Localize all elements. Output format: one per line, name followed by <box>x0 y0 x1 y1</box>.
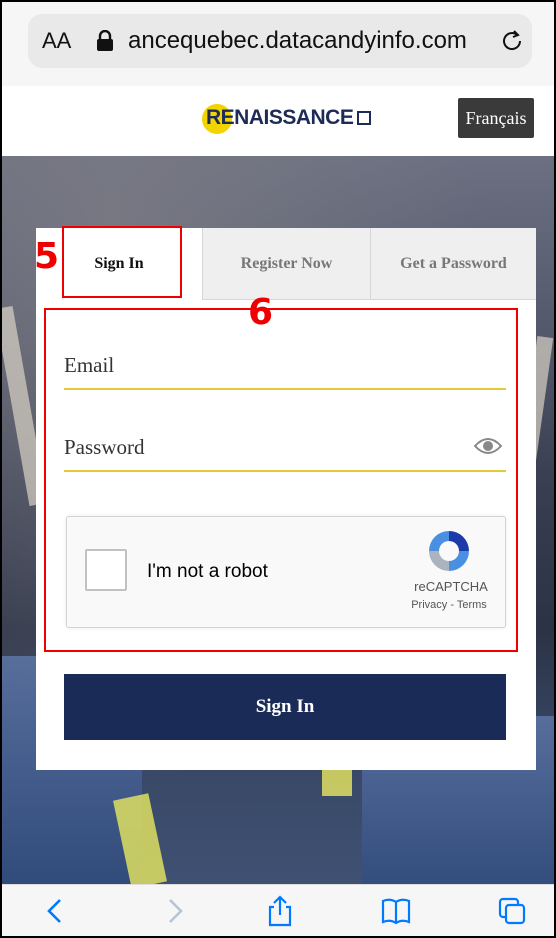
annotation-number-6: 6 <box>248 292 274 333</box>
annotation-number-5: 5 <box>34 236 60 277</box>
annotation-box-login-fields <box>44 308 518 652</box>
lock-icon <box>97 30 113 51</box>
bookmarks-icon[interactable] <box>380 895 412 927</box>
logo-text: RENAISSANCE <box>206 106 354 129</box>
sign-in-button[interactable]: Sign In <box>64 674 506 740</box>
site-header: RENAISSANCE Français <box>2 86 554 156</box>
browser-address-area: AA ancequebec.datacandyinfo.com <box>2 2 554 86</box>
address-bar[interactable]: AA ancequebec.datacandyinfo.com <box>28 14 532 68</box>
annotation-box-sign-in-tab <box>62 226 182 298</box>
browser-toolbar <box>2 884 554 936</box>
url-text[interactable]: ancequebec.datacandyinfo.com <box>128 27 467 55</box>
book-icon <box>357 111 372 125</box>
price-tag-shape <box>322 766 352 796</box>
tab-get-password[interactable]: Get a Password <box>370 228 536 300</box>
share-icon[interactable] <box>264 895 296 927</box>
reload-icon[interactable] <box>498 27 526 55</box>
back-icon[interactable] <box>40 895 72 927</box>
tab-register-now[interactable]: Register Now <box>202 228 370 300</box>
screenshot-frame: AA ancequebec.datacandyinfo.com RENAISSA… <box>0 0 556 938</box>
text-size-button[interactable]: AA <box>42 28 71 54</box>
tabs-icon[interactable] <box>496 895 528 927</box>
language-toggle-button[interactable]: Français <box>458 98 534 138</box>
forward-icon[interactable] <box>158 895 190 927</box>
brand-logo[interactable]: RENAISSANCE <box>202 104 372 134</box>
